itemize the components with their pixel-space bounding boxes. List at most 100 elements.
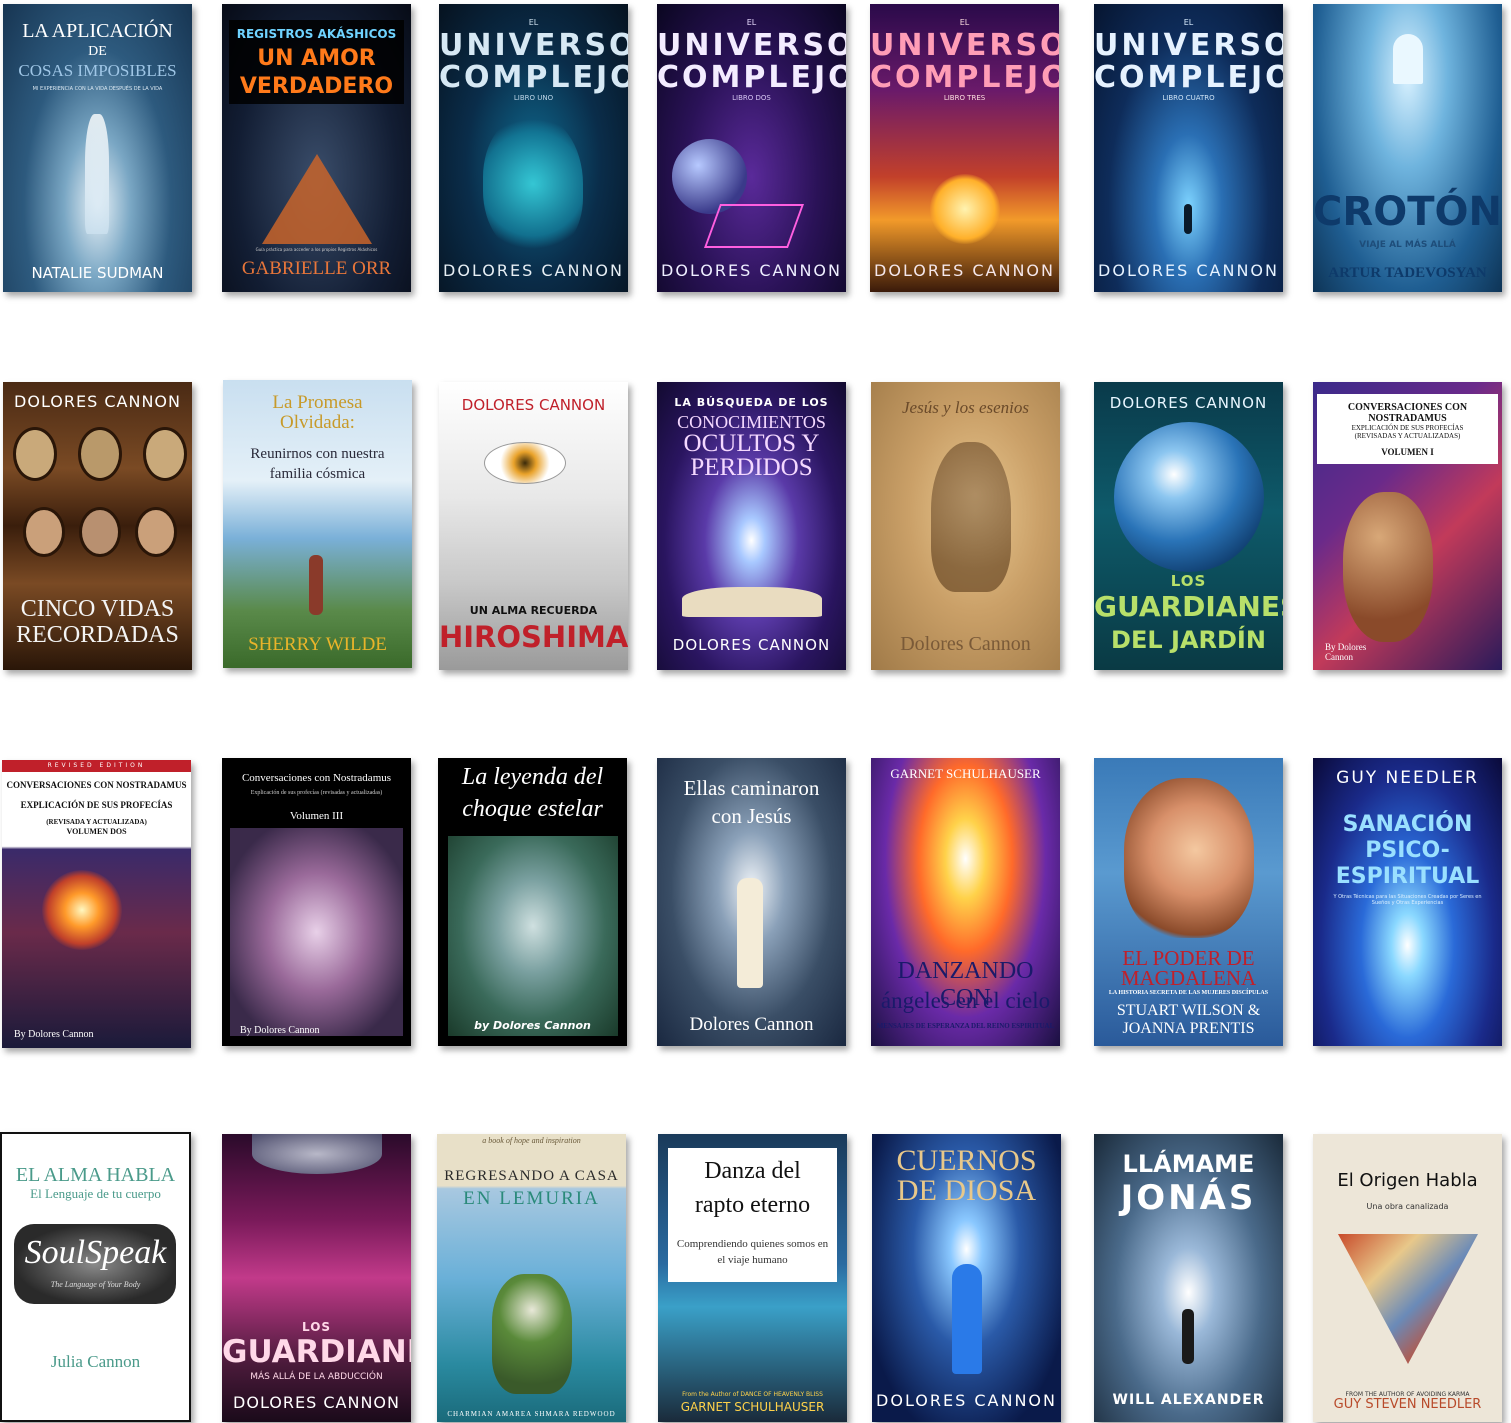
book-author: DOLORES CANNON — [876, 1391, 1057, 1410]
book-title-line: CINCO VIDAS — [20, 596, 175, 622]
book-cover-poder-magdalena[interactable]: EL PODER DE MAGDALENA LA HISTORIA SECRET… — [1094, 758, 1283, 1046]
book-author: DOLORES CANNON — [14, 392, 181, 411]
book-pre-title: EL — [959, 18, 970, 27]
book-title-line: COMPLEJO — [870, 60, 1059, 95]
book-cover-jesus-esenios[interactable]: Jesús y los esenios Dolores Cannon — [871, 382, 1060, 670]
portal-illustration — [1393, 34, 1423, 84]
book-title-line: COMPLEJO — [439, 60, 628, 95]
book-title-line: UNIVERSO — [657, 28, 846, 63]
book-cover-el-origen-habla[interactable]: El Origen Habla Una obra canalizada FROM… — [1313, 1134, 1502, 1422]
book-title-line: UNIVERSO — [870, 28, 1059, 63]
book-cover-danza-rapto-eterno[interactable]: Danza del rapto eterno Comprendiendo qui… — [658, 1134, 847, 1422]
earth-illustration — [1114, 422, 1264, 572]
book-volume: VOLUMEN DOS — [66, 827, 127, 836]
book-kicker: UN ALMA RECUERDA — [469, 604, 598, 617]
book-subtitle: Explicación de sus profecías (revisadas … — [250, 790, 383, 796]
portrait-illustration — [931, 442, 1011, 592]
portrait-illustration — [78, 427, 122, 481]
book-title-line: COSAS IMPOSIBLES — [18, 61, 177, 80]
book-subtitle: Reunirnos con nuestra familia cósmica — [250, 446, 385, 482]
open-book-illustration — [682, 587, 822, 617]
book-title-line: SANACIÓN — [1342, 812, 1473, 837]
book-title-line: CROTÓN — [1313, 189, 1502, 235]
book-title-line: CUERNOS — [896, 1144, 1037, 1177]
book-volume: Volumen III — [289, 810, 344, 822]
book-cover-nostradamus-3[interactable]: Conversaciones con Nostradamus Explicaci… — [222, 758, 411, 1046]
book-cover-croton[interactable]: CROTÓN VIAJE AL MÁS ALLÁ ARTUR TADEVOSYA… — [1313, 4, 1502, 292]
figure-illustration — [1182, 1309, 1194, 1364]
book-title-line: LOS — [1170, 572, 1207, 590]
book-cover-la-promesa-olvidada[interactable]: La Promesa Olvidada: Reunirnos con nuest… — [223, 380, 412, 668]
book-subtitle: LA HISTORIA SECRETA DE LAS MUJERES DISCÍ… — [1108, 990, 1269, 996]
book-subtitle: Guía práctica para acceder a los propios… — [255, 247, 378, 252]
book-cover-lemuria[interactable]: a book of hope and inspiration REGRESAND… — [437, 1134, 626, 1422]
book-pre-title: EL — [746, 18, 757, 27]
book-volume: VOLUMEN I — [1381, 447, 1434, 457]
book-cover-guardianes-abduccion[interactable]: LOS GUARDIANES MÁS ALLÁ DE LA ABDUCCIÓN … — [222, 1134, 411, 1422]
book-subtitle: LIBRO UNO — [513, 94, 554, 102]
book-author: By Dolores Cannon — [240, 1025, 320, 1036]
book-title-line: Ellas caminaron — [683, 776, 820, 800]
book-author: Dolores Cannon — [900, 633, 1031, 655]
book-title-line: Jesús y los esenios — [901, 398, 1029, 417]
book-cover-hiroshima[interactable]: DOLORES CANNON UN ALMA RECUERDA HIROSHIM… — [439, 382, 628, 670]
book-subtitle: MENSAJES DE ESPERANZA DEL REINO ESPIRITU… — [876, 1022, 1055, 1030]
book-cover-universo-complejo-1[interactable]: EL UNIVERSO COMPLEJO LIBRO UNO DOLORES C… — [439, 4, 628, 292]
book-cover-nostradamus-2[interactable]: REVISED EDITION CONVERSACIONES CON NOSTR… — [2, 760, 191, 1048]
book-title-line: MAGDALENA — [1120, 966, 1257, 990]
book-title-line: La leyenda del — [461, 764, 604, 790]
book-author: ARTUR TADEVOSYAN — [1328, 265, 1487, 281]
book-author: DOLORES CANNON — [672, 636, 831, 654]
book-title-line: La Promesa — [272, 392, 363, 413]
portrait-illustration — [143, 427, 187, 481]
book-cover-guardianes-jardin[interactable]: DOLORES CANNON LOS GUARDIANES DEL JARDÍN — [1094, 382, 1283, 670]
book-title-line: COMPLEJO — [1094, 60, 1283, 95]
book-cover-universo-complejo-2[interactable]: EL UNIVERSO COMPLEJO LIBRO DOS DOLORES C… — [657, 4, 846, 292]
book-cover-llamame-jonas[interactable]: LLÁMAME JONÁS WILL ALEXANDER — [1094, 1134, 1283, 1422]
book-title-line: DE — [88, 44, 107, 59]
book-title-line: El Origen Habla — [1337, 1170, 1478, 1191]
book-title-line: ESPIRITUAL — [1335, 864, 1480, 889]
book-title-line: DEL JARDÍN — [1111, 626, 1266, 654]
book-subtitle: (REVISADA Y ACTUALIZADA) — [46, 818, 147, 826]
book-title-line: GUARDIANES — [1094, 590, 1283, 623]
eye-illustration — [484, 442, 566, 484]
book-title-line: LLÁMAME — [1122, 1150, 1255, 1178]
book-cover-sanacion-psico-espiritual[interactable]: GUY NEEDLER SANACIÓN PSICO- ESPIRITUAL Y… — [1313, 758, 1502, 1046]
logo-text: SoulSpeak — [24, 1234, 167, 1271]
book-author: GUY STEVEN NEEDLER — [1333, 1397, 1482, 1412]
book-cover-cinco-vidas[interactable]: DOLORES CANNON CINCO VIDAS RECORDADAS — [3, 382, 192, 670]
book-cover-ellas-caminaron[interactable]: Ellas caminaron con Jesús Dolores Cannon — [657, 758, 846, 1046]
book-cover-universo-complejo-4[interactable]: EL UNIVERSO COMPLEJO LIBRO CUATRO DOLORE… — [1094, 4, 1283, 292]
book-author: DOLORES CANNON — [874, 261, 1055, 280]
book-title-line: LOS — [301, 1320, 332, 1334]
book-title-line: con Jesús — [711, 804, 792, 828]
book-author: CHARMIAN AMAREA SHMARA REDWOOD — [447, 1410, 616, 1418]
book-title-line: UNIVERSO — [439, 28, 628, 63]
alien-illustration — [448, 836, 618, 1036]
book-cover-universo-complejo-3[interactable]: EL UNIVERSO COMPLEJO LIBRO TRES DOLORES … — [870, 4, 1059, 292]
book-cover-la-aplicacion[interactable]: LA APLICACIÓN DE COSAS IMPOSIBLES MI EXP… — [3, 4, 192, 292]
book-cover-danzando-con-angeles[interactable]: GARNET SCHULHAUSER DANZANDO CON ángeles … — [871, 758, 1060, 1046]
book-subtitle: LIBRO TRES — [943, 94, 986, 102]
book-cover-cuernos-de-diosa[interactable]: CUERNOS DE DIOSA DOLORES CANNON — [872, 1134, 1061, 1422]
book-cover-el-alma-habla[interactable]: EL ALMA HABLA El Lenguaje de tu cuerpo S… — [0, 1132, 191, 1422]
book-title-line: DE DIOSA — [896, 1174, 1037, 1207]
book-cover-la-busqueda[interactable]: LA BÚSQUEDA DE LOS CONOCIMIENTOS OCULTOS… — [657, 382, 846, 670]
book-title-line: Conversaciones con Nostradamus — [241, 772, 392, 784]
book-cover-leyenda-choque-estelar[interactable]: La leyenda del choque estelar by Dolores… — [438, 758, 627, 1046]
book-title-line: Danza del — [704, 1158, 801, 1184]
book-subtitle: Comprendiendo quienes somos en el viaje … — [676, 1238, 829, 1266]
portrait-illustration — [79, 507, 121, 557]
book-cover-nostradamus-1[interactable]: CONVERSACIONES CON NOSTRADAMUS EXPLICACI… — [1313, 382, 1502, 670]
book-author: DOLORES CANNON — [1098, 261, 1279, 280]
nostradamus-illustration — [1343, 492, 1433, 642]
book-author: GARNET SCHULHAUSER — [890, 766, 1041, 781]
book-cover-un-amor-verdadero[interactable]: REGISTROS AKÁSHICOS UN AMOR VERDADERO Gu… — [222, 4, 411, 292]
book-subtitle: Y Otras Técnicas para las Situaciones Cr… — [1333, 894, 1482, 906]
jesus-illustration — [737, 878, 763, 988]
logo-subtext: The Language of Your Body — [50, 1280, 141, 1289]
portrait-illustration — [23, 507, 65, 557]
planet-illustration — [672, 139, 747, 214]
ufo-illustration — [252, 1134, 382, 1174]
